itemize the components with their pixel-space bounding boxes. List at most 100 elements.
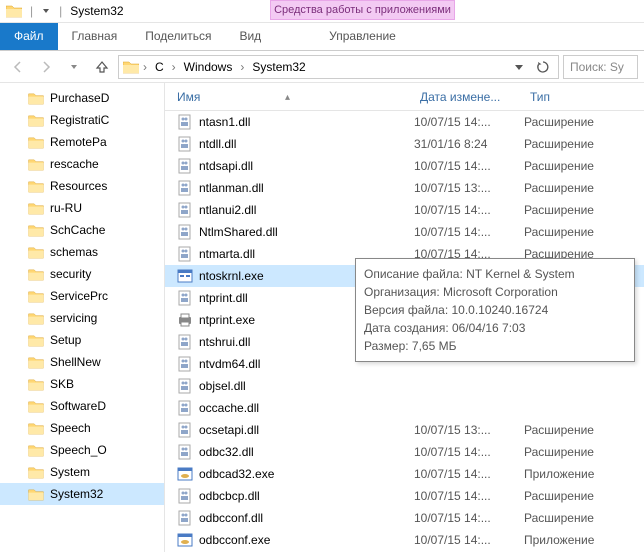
tree-folder-item[interactable]: SKB — [0, 373, 164, 395]
tree-folder-item[interactable]: RemotePa — [0, 131, 164, 153]
folder-tree: PurchaseDRegistratiCRemoteParescache Reso… — [0, 83, 165, 552]
file-row[interactable]: NtlmShared.dll10/07/15 14:...Расширение — [165, 221, 644, 243]
tree-item-label: Speech — [50, 421, 91, 435]
dll-file-icon — [177, 180, 193, 196]
tree-folder-item[interactable]: Resources — [0, 175, 164, 197]
dll-file-icon — [177, 202, 193, 218]
tree-item-label: System32 — [50, 487, 103, 501]
crumb-windows[interactable]: Windows — [180, 58, 237, 76]
file-row[interactable]: odbcconf.exe10/07/15 14:...Приложение — [165, 529, 644, 551]
tree-item-label: security — [50, 267, 91, 281]
tree-folder-item[interactable]: security — [0, 263, 164, 285]
folder-icon — [28, 488, 44, 501]
tooltip-size: Размер: 7,65 МБ — [364, 337, 626, 355]
tab-home[interactable]: Главная — [58, 23, 132, 50]
nav-recent-dropdown[interactable] — [62, 55, 86, 79]
nav-forward-button[interactable] — [34, 55, 58, 79]
address-folder-icon — [123, 60, 139, 74]
file-row[interactable]: occache.dll — [165, 397, 644, 419]
nav-bar: › C › Windows › System32 Поиск: Sy — [0, 51, 644, 83]
tree-folder-item[interactable]: System — [0, 461, 164, 483]
tree-folder-item[interactable]: ServicePrc — [0, 285, 164, 307]
tree-folder-item[interactable]: ShellNew — [0, 351, 164, 373]
address-dropdown-button[interactable] — [508, 56, 530, 78]
file-name: ntshrui.dll — [199, 335, 250, 349]
crumb-c[interactable]: C — [151, 58, 168, 76]
file-name: ntprint.exe — [199, 313, 255, 327]
tree-folder-item[interactable]: RegistratiC — [0, 109, 164, 131]
refresh-button[interactable] — [532, 56, 554, 78]
file-row[interactable]: ntlanman.dll10/07/15 13:...Расширение — [165, 177, 644, 199]
tree-item-label: schemas — [50, 245, 98, 259]
file-name: odbcconf.dll — [199, 511, 263, 525]
file-row[interactable]: odbcad32.exe10/07/15 14:...Приложение — [165, 463, 644, 485]
tree-folder-item[interactable]: ru-RU — [0, 197, 164, 219]
search-input[interactable]: Поиск: Sy — [563, 55, 638, 79]
tree-folder-item[interactable]: Setup — [0, 329, 164, 351]
nav-back-button[interactable] — [6, 55, 30, 79]
tree-folder-item[interactable]: System32 — [0, 483, 164, 505]
file-row[interactable]: ocsetapi.dll10/07/15 13:...Расширение — [165, 419, 644, 441]
tree-item-label: SKB — [50, 377, 74, 391]
col-header-name[interactable]: Имя ▴ — [165, 90, 420, 104]
tree-folder-item[interactable]: SchCache — [0, 219, 164, 241]
tree-item-label: ShellNew — [50, 355, 101, 369]
tree-folder-item[interactable]: rescache — [0, 153, 164, 175]
ribbon-context-header: Средства работы с приложениями — [270, 0, 455, 20]
dll-file-icon — [177, 158, 193, 174]
title-divider-2: | — [57, 4, 64, 18]
title-dropdown-icon[interactable] — [41, 6, 51, 16]
file-name: ntasn1.dll — [199, 115, 250, 129]
nav-up-button[interactable] — [90, 55, 114, 79]
file-row[interactable]: ntdsapi.dll10/07/15 14:...Расширение — [165, 155, 644, 177]
chevron-icon[interactable]: › — [238, 60, 246, 74]
col-header-type[interactable]: Тип — [530, 90, 644, 104]
tab-view[interactable]: Вид — [225, 23, 275, 50]
file-name: occache.dll — [199, 401, 259, 415]
tree-folder-item[interactable]: Speech — [0, 417, 164, 439]
file-row[interactable]: odbcbcp.dll10/07/15 14:...Расширение — [165, 485, 644, 507]
chevron-icon[interactable]: › — [170, 60, 178, 74]
file-name: ntlanui2.dll — [199, 203, 256, 217]
file-type: Расширение — [524, 445, 644, 459]
tree-folder-item[interactable]: schemas — [0, 241, 164, 263]
folder-icon — [28, 224, 44, 237]
folder-icon — [28, 180, 44, 193]
dll-file-icon — [177, 510, 193, 526]
file-date: 10/07/15 14:... — [414, 203, 524, 217]
file-row[interactable]: odbc32.dll10/07/15 14:...Расширение — [165, 441, 644, 463]
file-date: 10/07/15 13:... — [414, 423, 524, 437]
file-list-pane: Имя ▴ Дата измене... Тип ntasn1.dll10/07… — [165, 83, 644, 552]
folder-icon — [28, 356, 44, 369]
tree-folder-item[interactable]: Speech_O — [0, 439, 164, 461]
file-date: 10/07/15 13:... — [414, 181, 524, 195]
address-bar[interactable]: › C › Windows › System32 — [118, 55, 559, 79]
tab-manage[interactable]: Управление — [270, 23, 455, 49]
file-type: Расширение — [524, 181, 644, 195]
file-name: ntdll.dll — [199, 137, 236, 151]
file-name: odbcad32.exe — [199, 467, 274, 481]
tree-folder-item[interactable]: SoftwareD — [0, 395, 164, 417]
file-name: objsel.dll — [199, 379, 246, 393]
file-row[interactable]: ntdll.dll31/01/16 8:24Расширение — [165, 133, 644, 155]
file-row[interactable]: odbcconf.dll10/07/15 14:...Расширение — [165, 507, 644, 529]
tooltip-version: Версия файла: 10.0.10240.16724 — [364, 301, 626, 319]
file-row[interactable]: ntlanui2.dll10/07/15 14:...Расширение — [165, 199, 644, 221]
tree-item-label: SchCache — [50, 223, 105, 237]
tab-share[interactable]: Поделиться — [131, 23, 225, 50]
folder-icon — [28, 158, 44, 171]
tree-item-label: SoftwareD — [50, 399, 106, 413]
file-type: Расширение — [524, 225, 644, 239]
col-header-date[interactable]: Дата измене... — [420, 90, 530, 104]
crumb-system32[interactable]: System32 — [248, 58, 309, 76]
folder-icon — [28, 136, 44, 149]
chevron-icon[interactable]: › — [141, 60, 149, 74]
tree-folder-item[interactable]: servicing — [0, 307, 164, 329]
tree-folder-item[interactable]: PurchaseD — [0, 87, 164, 109]
dll-file-icon — [177, 136, 193, 152]
tree-item-label: Setup — [50, 333, 81, 347]
tab-file[interactable]: Файл — [0, 23, 58, 50]
tree-item-label: Resources — [50, 179, 107, 193]
file-row[interactable]: ntasn1.dll10/07/15 14:...Расширение — [165, 111, 644, 133]
file-row[interactable]: objsel.dll — [165, 375, 644, 397]
